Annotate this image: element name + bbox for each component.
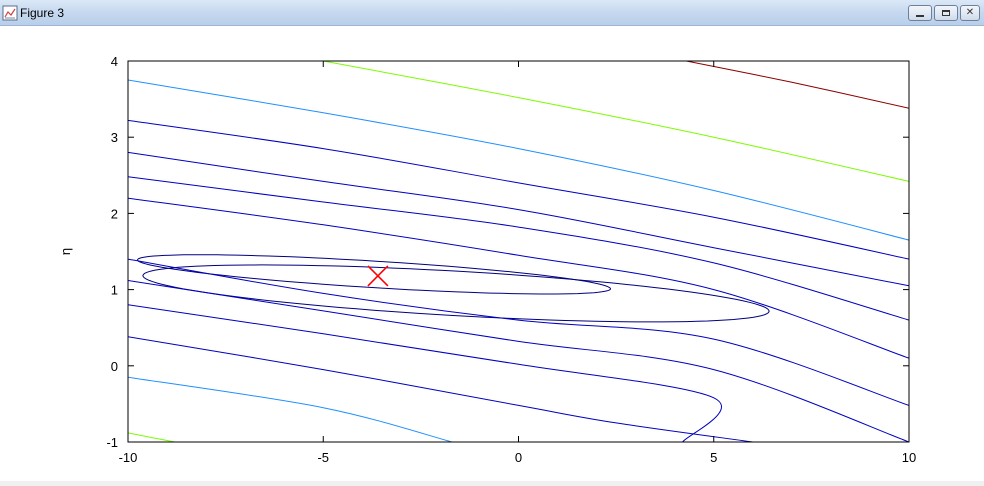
y-tick-label: 1 — [111, 283, 118, 298]
x-tick-label: 0 — [515, 450, 522, 465]
maximize-button[interactable] — [934, 5, 958, 21]
contour-plot: -10 -5 0 5 10 -101234 η — [58, 54, 916, 465]
contour-level-1 — [142, 264, 770, 323]
x-axis: -10 -5 0 5 10 — [119, 61, 916, 465]
contour-level-5-upper — [128, 119, 909, 260]
y-axis: -1 0 1 2 3 4 — [106, 54, 909, 450]
x-tick-label: -10 — [119, 450, 138, 465]
contour-level-3-lower — [128, 280, 909, 442]
y-axis-label: η — [58, 248, 73, 255]
minimum-marker — [367, 265, 389, 287]
contour-level-8-upper — [686, 61, 909, 109]
x-tick-label: 5 — [710, 450, 717, 465]
minimize-icon — [916, 14, 924, 17]
contour-lines — [128, 61, 909, 442]
contour-level-7-lower — [128, 432, 175, 442]
x-tick-label: -5 — [317, 450, 329, 465]
title-bar[interactable]: Figure 3 ✕ — [0, 0, 984, 26]
contour-level-0 — [136, 254, 612, 295]
contour-level-2-lower — [128, 258, 909, 406]
y-tick-label: 0 — [111, 359, 118, 374]
close-icon: ✕ — [965, 7, 975, 18]
y-tick-label: 2 — [111, 206, 118, 221]
y-tick-label: 3 — [111, 130, 118, 145]
marker-layer — [367, 265, 389, 287]
contour-level-4-lower — [128, 304, 723, 442]
x-tick-label: 10 — [902, 450, 916, 465]
contour-level-4-upper — [128, 151, 909, 287]
window-title: Figure 3 — [20, 6, 65, 20]
close-button[interactable]: ✕ — [960, 5, 980, 21]
minimize-button[interactable] — [908, 5, 932, 21]
figure-icon — [2, 5, 18, 21]
y-tick-label: -1 — [106, 435, 118, 450]
contour-level-6-lower — [128, 376, 453, 442]
maximize-icon — [942, 10, 950, 16]
contour-level-2-upper — [128, 197, 909, 359]
figure-canvas: -10 -5 0 5 10 -1 0 1 2 3 4 η — [0, 26, 984, 481]
y-tick-label: 4 — [111, 54, 118, 69]
contour-level-6-upper — [128, 79, 909, 241]
axes-frame — [127, 60, 910, 443]
